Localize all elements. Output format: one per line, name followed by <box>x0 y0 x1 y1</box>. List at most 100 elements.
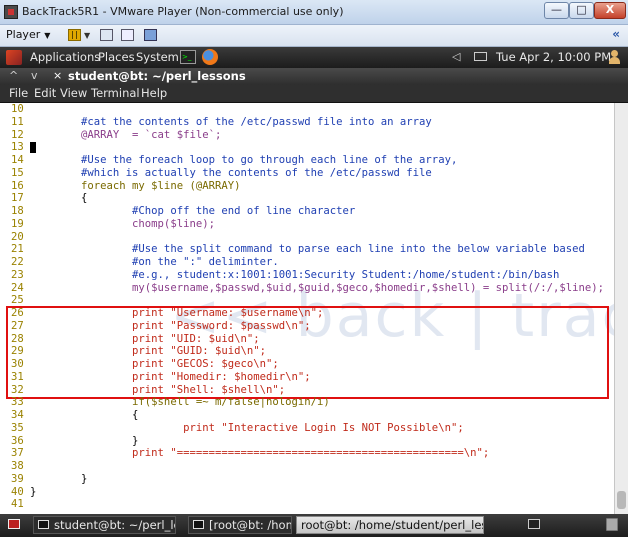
vmware-toolbar: Player ▼ ▼ « <box>0 25 628 47</box>
code-line: 22 #on the ":" deliminter. <box>0 256 614 269</box>
vmware-title-bar: BackTrack5R1 - VMware Player (Non-commer… <box>0 0 628 25</box>
line-number: 22 <box>11 256 24 268</box>
unity-mode-icon[interactable] <box>144 29 157 41</box>
code-text: print "=================================… <box>30 447 490 460</box>
code-line: 40} <box>0 486 614 499</box>
close-button[interactable]: X <box>594 2 626 19</box>
code-text: } <box>30 434 139 447</box>
line-number: 21 <box>11 243 24 256</box>
maximize-button[interactable]: □ <box>569 2 594 19</box>
code-line: 20 <box>0 231 614 244</box>
gnome-bottom-panel: student@bt: ~/perl_le... [root@bt: /home… <box>0 514 628 537</box>
player-menu-label: Player <box>6 28 41 41</box>
code-line: 32 print "Shell: $shell\n"; <box>0 384 614 397</box>
line-number: 24 <box>11 281 24 294</box>
applications-menu[interactable]: Applications <box>30 50 100 64</box>
code-line: 12 @ARRAY = `cat $file`; <box>0 129 614 142</box>
code-line: 24 my($username,$passwd,$uid,$guid,$geco… <box>0 282 614 295</box>
line-number: 38 <box>11 460 24 472</box>
taskbar-item[interactable]: [root@bt: /home/s <box>188 516 292 534</box>
code-line: 15 #which is actually the contents of th… <box>0 167 614 180</box>
mail-icon[interactable] <box>474 52 487 61</box>
line-number: 27 <box>11 319 24 332</box>
code-text: #cat the contents of the /etc/passwd fil… <box>30 115 432 128</box>
volume-icon[interactable]: ◁ <box>452 50 460 63</box>
code-line: 14 #Use the foreach loop to go through e… <box>0 154 614 167</box>
code-line: 18 #Chop off the end of line character <box>0 205 614 218</box>
collapse-toolbar-icon[interactable]: « <box>612 27 620 41</box>
code-line: 35 print "Interactive Login Is NOT Possi… <box>0 422 614 435</box>
removable-devices-icon[interactable] <box>100 29 113 41</box>
code-text: print "Shell: $shell\n"; <box>30 383 286 396</box>
line-number: 25 <box>11 294 24 307</box>
line-number: 17 <box>11 192 24 205</box>
text-cursor <box>30 142 36 154</box>
line-number: 41 <box>11 498 24 511</box>
show-desktop-icon[interactable] <box>8 519 20 529</box>
workspace-switcher-icon[interactable] <box>528 519 540 529</box>
menu-edit[interactable]: Edit <box>34 86 56 100</box>
terminal-launcher-icon[interactable]: >_ <box>180 50 196 64</box>
code-line: 17 { <box>0 192 614 205</box>
system-menu[interactable]: System <box>136 50 179 64</box>
line-number: 39 <box>11 472 24 485</box>
code-text: #which is actually the contents of the /… <box>30 166 432 179</box>
minimize-button[interactable]: — <box>544 2 569 19</box>
fullscreen-icon[interactable] <box>121 29 134 41</box>
code-text: print "Password: $passwd\n"; <box>30 319 311 332</box>
code-line: 16 foreach my $line (@ARRAY) <box>0 180 614 193</box>
code-line: 25 <box>0 294 614 307</box>
player-menu[interactable]: Player ▼ <box>6 28 50 41</box>
line-number: 30 <box>11 358 24 370</box>
firefox-launcher-icon[interactable] <box>202 49 218 65</box>
code-text: } <box>30 485 37 498</box>
code-text: #Use the foreach loop to go through each… <box>30 154 458 166</box>
terminal-title-bar: ^ v × student@bt: ~/perl_lessons <box>0 68 628 85</box>
line-number: 20 <box>11 230 24 243</box>
roll-up-icon[interactable]: ^ <box>9 69 18 82</box>
code-line: 34 { <box>0 409 614 422</box>
line-number: 13 <box>11 141 24 154</box>
menu-file[interactable]: File <box>9 86 28 100</box>
code-line: 11 #cat the contents of the /etc/passwd … <box>0 116 614 129</box>
code-text: #on the ":" deliminter. <box>30 256 279 268</box>
terminal-window-title: student@bt: ~/perl_lessons <box>68 69 246 83</box>
line-number: 14 <box>11 154 24 166</box>
line-number: 33 <box>11 396 24 409</box>
pause-icon[interactable] <box>68 29 81 41</box>
close-terminal-icon[interactable]: × <box>53 69 62 82</box>
scrollbar-thumb[interactable] <box>617 491 626 509</box>
line-number: 28 <box>11 332 24 345</box>
chevron-down-icon[interactable]: ▼ <box>84 31 90 40</box>
backtrack-logo-icon <box>6 50 22 65</box>
taskbar-item[interactable]: student@bt: ~/perl_le... <box>33 516 176 534</box>
line-number: 26 <box>11 307 24 319</box>
menu-help[interactable]: Help <box>141 86 167 100</box>
code-line: 21 #Use the split command to parse each … <box>0 243 614 256</box>
code-text: #e.g., student:x:1001:1001:Security Stud… <box>30 268 560 281</box>
code-line: 41 <box>0 498 614 511</box>
code-text: print "Username: $username\n"; <box>30 307 324 319</box>
user-icon[interactable] <box>608 49 620 65</box>
places-menu[interactable]: Places <box>98 50 135 64</box>
terminal-content[interactable]: << back | track 5 1011 #cat the contents… <box>0 103 614 514</box>
code-line: 27 print "Password: $passwd\n"; <box>0 320 614 333</box>
line-number: 15 <box>11 166 24 179</box>
code-text: { <box>30 409 139 421</box>
gnome-top-panel: Applications Places System >_ ◁ Tue Apr … <box>0 47 628 68</box>
line-number: 35 <box>11 421 24 434</box>
trash-icon[interactable] <box>606 518 618 531</box>
line-number: 36 <box>11 434 24 447</box>
code-text: print "Homedir: $homedir\n"; <box>30 370 311 383</box>
code-line: 19 chomp($line); <box>0 218 614 231</box>
line-number: 12 <box>11 128 24 141</box>
code-text: #Chop off the end of line character <box>30 205 356 217</box>
line-number: 23 <box>11 268 24 281</box>
terminal-scrollbar[interactable] <box>614 103 628 514</box>
taskbar-item-active[interactable]: root@bt: /home/student/perl_lessons <box>296 516 484 534</box>
menu-terminal[interactable]: Terminal <box>91 86 140 100</box>
panel-clock[interactable]: Tue Apr 2, 10:00 PM <box>496 50 611 64</box>
minimize-terminal-icon[interactable]: v <box>31 69 38 82</box>
menu-view[interactable]: View <box>60 86 87 100</box>
window-title: BackTrack5R1 - VMware Player (Non-commer… <box>22 5 344 18</box>
